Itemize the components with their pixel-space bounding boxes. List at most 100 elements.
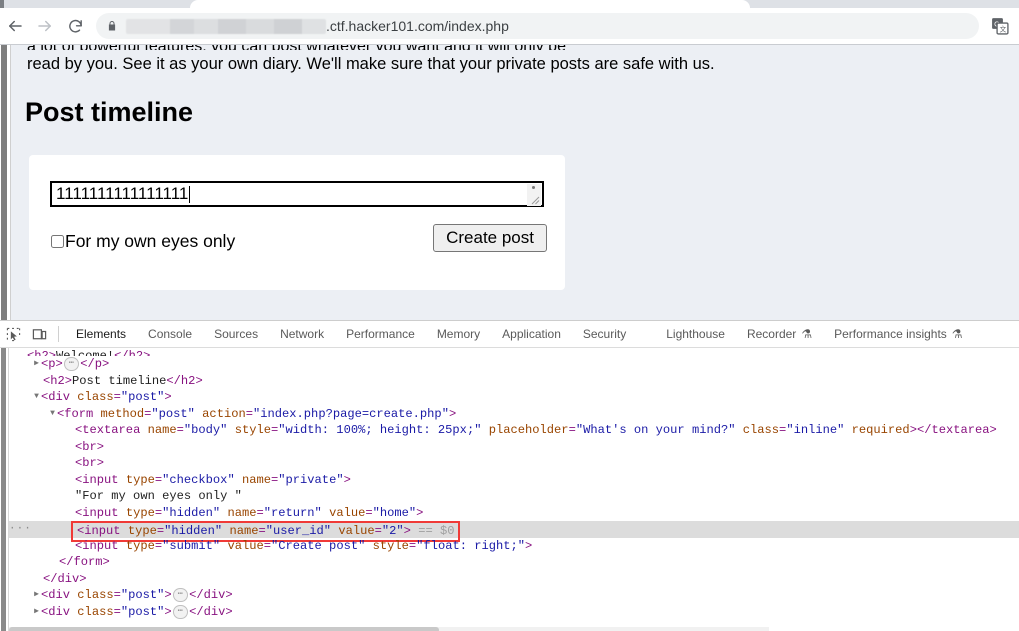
markup-token-attr: type <box>118 505 155 520</box>
translate-extension-icon[interactable]: C 文 <box>989 15 1011 37</box>
dom-row-markup: <div class="post"> <box>41 390 172 404</box>
dom-tree-row[interactable]: ▼ <form method="post" action="index.php?p… <box>9 406 1019 423</box>
chevron-right-icon[interactable]: ▶ <box>32 356 41 373</box>
dom-row-content: ▶ <div class="post"> ⋯ </div> <box>9 604 233 621</box>
devtools-tab-console[interactable]: Console <box>137 321 203 347</box>
markup-token-punc: > <box>64 373 73 388</box>
devtools-tab-memory[interactable]: Memory <box>426 321 491 347</box>
dom-tree-row[interactable]: ▶ <div class="post"> ⋯ </div> <box>9 587 1019 604</box>
markup-token-attr: action <box>194 406 246 421</box>
dom-row-markup: <input type="hidden" name="return" value… <box>75 506 423 520</box>
markup-token-tag: div <box>203 604 226 619</box>
dom-tree-row[interactable]: <input type="hidden" name="return" value… <box>9 505 1019 522</box>
devtools-tab-performance[interactable]: Performance <box>335 321 426 347</box>
markup-token-punc: = <box>113 604 121 619</box>
dom-row-content: <h2>Post timeline</h2> <box>9 374 203 388</box>
devtools-tab-lighthouse[interactable]: Lighthouse <box>655 321 736 347</box>
private-checkbox[interactable] <box>51 235 64 248</box>
page-scrollbar-thumb[interactable] <box>1 45 7 320</box>
dom-tree-row[interactable]: ··· <input type="hidden" name="user_id" v… <box>9 521 1019 542</box>
markup-token-punc: </ <box>916 423 932 437</box>
markup-token-punc: > <box>55 357 63 372</box>
post-body-textarea[interactable]: 1111111111111111 <box>50 181 544 207</box>
markup-token-val: "submit" <box>162 538 221 553</box>
markup-token-tag: h2 <box>50 373 65 388</box>
devtools-tab-label: Network <box>280 327 325 341</box>
expand-children-icon[interactable]: ⋯ <box>63 357 80 372</box>
experiment-flask-icon: ⚗ <box>951 327 963 341</box>
markup-token-punc: = <box>365 505 373 520</box>
toolbar-actions: C 文 <box>989 15 1019 37</box>
markup-token-val: "width: 100%; height: 25px;" <box>278 423 482 437</box>
dom-tree-row[interactable]: </form> <box>9 554 1019 571</box>
browser-toolbar: .ctf.hacker101.com/index.php C 文 <box>0 8 1019 45</box>
dom-tree-scrollbar-thumb[interactable] <box>1 348 6 631</box>
page-vertical-scrollbar[interactable] <box>0 45 11 320</box>
devtools-tab-application[interactable]: Application <box>491 321 572 347</box>
page-title: Post timeline <box>25 97 194 127</box>
dom-tree-row[interactable]: </div> <box>9 571 1019 588</box>
dom-row-content: "For my own eyes only " <box>9 489 242 503</box>
markup-token-attr: type <box>118 472 155 487</box>
tab-strip-edge <box>0 0 4 8</box>
markup-token-punc: > <box>48 349 57 356</box>
reload-button[interactable] <box>60 12 90 40</box>
create-post-button[interactable]: Create post <box>433 224 547 252</box>
dom-row-content: <input type="checkbox" name="private"> <box>9 473 351 487</box>
devtools-tab-elements[interactable]: Elements <box>65 321 137 347</box>
dom-tree-row[interactable]: <input type="submit" value="Create post"… <box>9 538 1019 555</box>
experiment-flask-icon: ⚗ <box>801 327 813 341</box>
chevron-right-icon[interactable]: ▶ <box>32 604 41 621</box>
textarea-resize-grip[interactable] <box>527 184 541 206</box>
markup-token-attr: name <box>234 472 271 487</box>
forward-button[interactable] <box>30 12 60 40</box>
dom-row-markup: <input type="checkbox" name="private"> <box>75 473 351 487</box>
dom-tree-row[interactable]: ▶ <p> ⋯ </p> <box>9 356 1019 373</box>
dom-tree-panel[interactable]: <h2>Welcome!</h2> ▶ <p> ⋯ </p> <h2>Post timel… <box>0 348 1019 631</box>
markup-token-txtnode: Post timeline <box>72 373 167 388</box>
dom-tree-scrollbar[interactable] <box>0 348 9 631</box>
devtools-tab-sources[interactable]: Sources <box>203 321 269 347</box>
dom-tree-row[interactable]: ▶ <div class="post"> ⋯ </div> <box>9 604 1019 621</box>
dom-row-markup: <input type="submit" value="Create post"… <box>75 539 532 553</box>
devtools-tab-network[interactable]: Network <box>269 321 335 347</box>
markup-token-val: "2" <box>381 524 404 538</box>
devtools-tab-security[interactable]: Security <box>572 321 637 347</box>
expand-children-icon[interactable]: ⋯ <box>172 604 189 619</box>
dom-tree-row[interactable]: "For my own eyes only " <box>9 488 1019 505</box>
chevron-down-icon[interactable]: ▼ <box>48 406 57 423</box>
address-bar[interactable]: .ctf.hacker101.com/index.php <box>96 13 979 39</box>
device-toolbar-icon[interactable] <box>26 322 52 346</box>
dom-tree-row[interactable]: <h2>Post timeline</h2> <box>9 373 1019 390</box>
markup-token-tag: input <box>82 538 119 553</box>
dom-row-markup: <h2>Post timeline</h2> <box>43 374 203 388</box>
devtools-tab-performance-insights[interactable]: Performance insights ⚗ <box>823 321 973 347</box>
dom-tree-hscroll-thumb[interactable] <box>9 627 439 631</box>
dom-tree-horizontal-scrollbar[interactable] <box>9 627 769 631</box>
devtools-tab-label: Security <box>582 327 627 341</box>
chevron-right-icon[interactable]: ▶ <box>32 587 41 604</box>
dom-row-markup: <textarea name="body" style="width: 100%… <box>75 423 997 437</box>
markup-token-punc: </ <box>166 373 181 388</box>
dom-tree-row[interactable]: <br> <box>9 439 1019 456</box>
dom-tree-row[interactable]: <br> <box>9 455 1019 472</box>
browser-window: .ctf.hacker101.com/index.php C 文 a lot o… <box>0 0 1019 631</box>
tab-strip <box>0 0 1019 8</box>
lock-icon <box>108 21 116 31</box>
dom-tree-row[interactable]: <h2>Welcome!</h2> <box>9 348 1019 356</box>
markup-token-tag: br <box>82 439 97 454</box>
dom-row-markup: </div> <box>43 572 87 586</box>
dom-tree-row[interactable]: <input type="checkbox" name="private"> <box>9 472 1019 489</box>
markup-token-attr: class <box>70 390 114 405</box>
markup-token-punc: = <box>256 505 264 520</box>
dom-row-more-icon[interactable]: ··· <box>9 524 32 535</box>
dom-tree-row[interactable]: ▼ <div class="post"> <box>9 389 1019 406</box>
devtools-tab-recorder[interactable]: Recorder ⚗ <box>736 321 823 347</box>
dom-tree-row[interactable]: <textarea name="body" style="width: 100%… <box>9 422 1019 439</box>
active-browser-tab[interactable] <box>190 0 750 8</box>
chevron-down-icon[interactable]: ▼ <box>32 389 41 406</box>
inspect-element-icon[interactable] <box>0 322 26 346</box>
markup-token-attr: placeholder <box>481 423 569 437</box>
back-button[interactable] <box>0 12 30 40</box>
expand-children-icon[interactable]: ⋯ <box>172 588 189 603</box>
